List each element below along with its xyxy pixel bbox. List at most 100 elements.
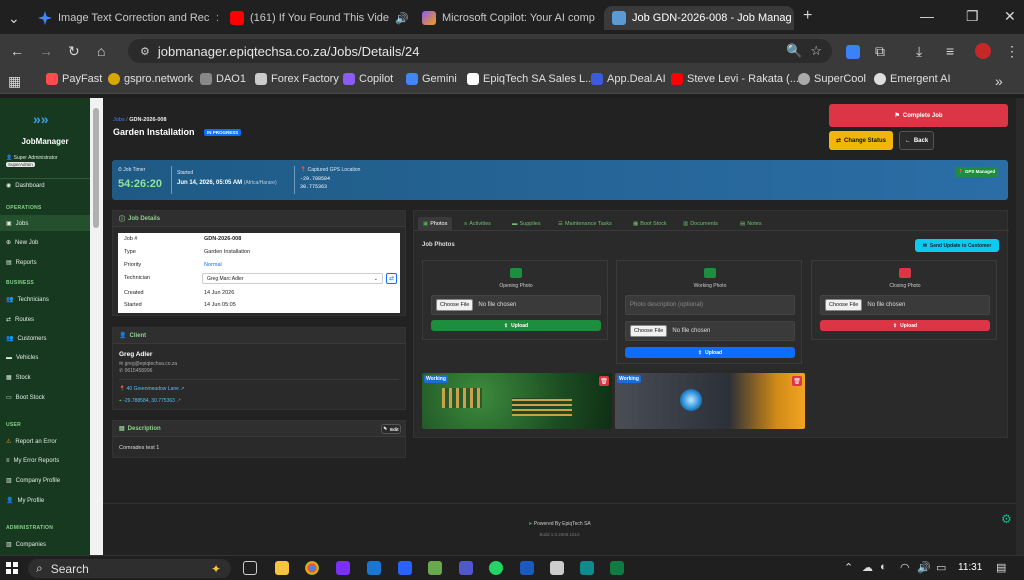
vscode-icon[interactable] bbox=[367, 561, 381, 575]
file-input[interactable]: Choose File No file chosen bbox=[625, 321, 795, 341]
bookmark-item[interactable]: Emergent AI bbox=[874, 73, 951, 85]
app-icon[interactable] bbox=[398, 561, 412, 575]
bookmark-item[interactable]: gspro.network bbox=[108, 73, 193, 85]
app-icon[interactable] bbox=[428, 561, 442, 575]
sidebar-item-my-error-reports[interactable]: ≡ My Error Reports bbox=[6, 458, 59, 464]
sidebar-item-dashboard[interactable]: ◉ Dashboard bbox=[6, 182, 45, 190]
reload-icon[interactable]: ↻ bbox=[68, 43, 80, 59]
volume-icon[interactable]: 🔊 bbox=[917, 561, 931, 574]
apps-grid-icon[interactable]: ▦ bbox=[8, 73, 21, 89]
sidebar-item-company-profile[interactable]: ▥ Company Profile bbox=[6, 477, 60, 485]
close-window-icon[interactable]: ✕ bbox=[1004, 8, 1016, 24]
task-view-icon[interactable] bbox=[243, 561, 257, 575]
tab-documents[interactable]: ▥ Documents bbox=[683, 217, 718, 231]
file-explorer-icon[interactable] bbox=[275, 561, 289, 575]
working-photo-thumbnail[interactable]: Working 🗑 bbox=[422, 373, 612, 429]
tab-activities[interactable]: ≡ Activities bbox=[464, 217, 491, 231]
file-input[interactable]: Choose File No file chosen bbox=[431, 295, 601, 315]
more-bookmarks-icon[interactable]: » bbox=[995, 73, 1003, 89]
bookmark-item[interactable]: Forex Factory bbox=[255, 73, 339, 85]
change-status-button[interactable]: ⇄ Change Status bbox=[829, 131, 893, 150]
download-icon[interactable]: ⤓ bbox=[916, 43, 922, 59]
breadcrumb-link[interactable]: Jobs bbox=[113, 117, 125, 123]
app-tray-icon[interactable]: ◐ bbox=[880, 561, 887, 573]
word-icon[interactable] bbox=[520, 561, 534, 575]
browser-tab-1[interactable]: Image Text Correction and Rec ✕ bbox=[30, 6, 218, 30]
edit-description-button[interactable]: ✎ Edit bbox=[381, 424, 401, 434]
restore-icon[interactable]: ❐ bbox=[966, 8, 979, 24]
home-icon[interactable]: ⌂ bbox=[97, 43, 105, 59]
bookmark-item[interactable]: App.Deal.AI bbox=[591, 73, 666, 85]
forward-arrow-icon[interactable]: → bbox=[39, 43, 53, 59]
sidebar-item-technicians[interactable]: 👥 Technicians bbox=[6, 296, 49, 304]
back-arrow-icon[interactable]: ← bbox=[10, 43, 24, 59]
bookmark-item[interactable]: EpiqTech SA Sales L... bbox=[467, 73, 594, 85]
close-icon[interactable]: ✕ bbox=[601, 12, 602, 25]
minimize-icon[interactable]: — bbox=[920, 8, 934, 24]
bookmark-item[interactable]: Copilot bbox=[343, 73, 393, 85]
photo-description-input[interactable]: Photo description (optional) bbox=[625, 295, 795, 315]
delete-photo-button[interactable]: 🗑 bbox=[792, 376, 802, 386]
choose-file-button[interactable]: Choose File bbox=[436, 299, 474, 311]
upload-closing-button[interactable]: ⇪ Upload bbox=[820, 320, 990, 331]
publisher-icon[interactable] bbox=[580, 561, 594, 575]
taskbar-search[interactable]: ⌕ Search ✦ bbox=[28, 559, 231, 578]
scrollbar-thumb[interactable] bbox=[93, 108, 99, 228]
upload-working-button[interactable]: ⇪ Upload bbox=[625, 347, 795, 358]
wifi-icon[interactable]: ◠ bbox=[900, 561, 910, 574]
tab-supplies[interactable]: ▬ Supplies bbox=[512, 217, 541, 231]
sidebar-item-boot-stock[interactable]: ▭ Boot Stock bbox=[6, 394, 45, 402]
tab-boot-stock[interactable]: ▦ Boot Stock bbox=[633, 217, 667, 231]
media-icon[interactable]: ≡ bbox=[946, 43, 954, 59]
scrollbar-track[interactable] bbox=[90, 98, 103, 555]
new-tab-icon[interactable]: + bbox=[803, 8, 812, 24]
tab-photos[interactable]: ▣ Photos bbox=[418, 217, 453, 231]
browser-tab-4[interactable]: Job GDN-2026-008 - Job Manag ✕ bbox=[604, 6, 794, 30]
battery-icon[interactable]: ▭ bbox=[936, 561, 946, 574]
profile-avatar[interactable] bbox=[975, 43, 991, 59]
bookmark-item[interactable]: DAO1 bbox=[200, 73, 246, 85]
send-update-button[interactable]: ✉ Send Update to Customer bbox=[915, 239, 999, 252]
chrome-icon[interactable] bbox=[305, 561, 319, 575]
star-icon[interactable]: ☆ bbox=[810, 43, 822, 59]
tray-chevron-icon[interactable]: ⌃ bbox=[844, 561, 853, 574]
technician-select[interactable]: Greg Marc Adler ⌄ bbox=[202, 273, 383, 284]
sidebar-item-stock[interactable]: ▦ Stock bbox=[6, 374, 31, 382]
extension-icon[interactable] bbox=[846, 45, 860, 59]
site-info-icon[interactable]: ⚙ bbox=[140, 45, 150, 58]
delete-photo-button[interactable]: 🗑 bbox=[599, 376, 609, 386]
zoom-icon[interactable]: 🔍 bbox=[786, 43, 802, 59]
browser-tab-3[interactable]: Microsoft Copilot: Your AI comp ✕ bbox=[414, 6, 602, 30]
client-address-link[interactable]: 📍 40 Greenmeadow Lane ↗ bbox=[119, 386, 184, 392]
tab-notes[interactable]: ▤ Notes bbox=[740, 217, 762, 231]
sidebar-item-reports[interactable]: ▤ Reports bbox=[6, 259, 37, 267]
excel-icon[interactable] bbox=[610, 561, 624, 575]
back-button[interactable]: ← Back bbox=[899, 131, 934, 150]
app-icon[interactable] bbox=[336, 561, 350, 575]
cloud-icon[interactable]: ☁ bbox=[862, 561, 873, 574]
teams-icon[interactable] bbox=[459, 561, 473, 575]
browser-tab-2[interactable]: (161) If You Found This Vide 🔊 ✕ bbox=[222, 6, 410, 30]
extensions-icon[interactable]: ⧉ bbox=[875, 43, 885, 59]
choose-file-button[interactable]: Choose File bbox=[630, 325, 668, 337]
notifications-icon[interactable]: ▤ bbox=[996, 561, 1006, 574]
whatsapp-icon[interactable] bbox=[489, 561, 503, 575]
client-coords-link[interactable]: ⌖ -29.788584, 30.775363 ↗ bbox=[119, 398, 180, 404]
tab-maintenance[interactable]: ☰ Maintenance Tasks bbox=[558, 217, 612, 231]
sidebar-item-my-profile[interactable]: 👤 My Profile bbox=[6, 497, 44, 505]
tab-search-icon[interactable]: ⌄ bbox=[8, 10, 20, 26]
sidebar-item-new-job[interactable]: ⊕ New Job bbox=[6, 239, 38, 247]
bookmark-item[interactable]: Steve Levi - Rakata (... bbox=[671, 73, 799, 85]
windows-start-icon[interactable] bbox=[6, 562, 18, 574]
app-icon[interactable] bbox=[550, 561, 564, 575]
sidebar-item-customers[interactable]: 👥 Customers bbox=[6, 335, 47, 343]
file-input[interactable]: Choose File No file chosen bbox=[820, 295, 990, 315]
bookmark-item[interactable]: Gemini bbox=[406, 73, 457, 85]
sidebar-item-vehicles[interactable]: ▬ Vehicles bbox=[6, 355, 38, 361]
bookmark-item[interactable]: SuperCool bbox=[798, 73, 866, 85]
choose-file-button[interactable]: Choose File bbox=[825, 299, 863, 311]
sidebar-item-companies[interactable]: ▥ Companies bbox=[6, 541, 46, 549]
sidebar-item-jobs[interactable]: ▣ Jobs bbox=[6, 220, 28, 228]
sidebar-item-report-error[interactable]: ⚠ Report an Error bbox=[6, 438, 57, 446]
url-field[interactable]: ⚙ jobmanager.epiqtechsa.co.za/Jobs/Detai… bbox=[128, 39, 832, 63]
